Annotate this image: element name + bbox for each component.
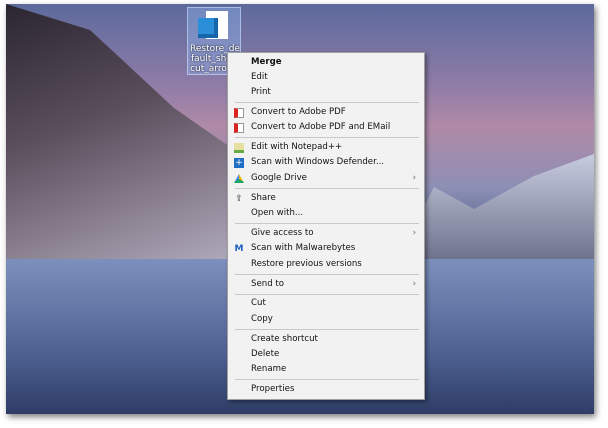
menu-item-label: Edit with Notepad++: [251, 142, 343, 152]
menu-item-label: Give access to: [251, 228, 314, 238]
menu-item-label: Convert to Adobe PDF: [251, 107, 346, 117]
chevron-right-icon: ›: [412, 279, 416, 289]
adobe-pdf-email-icon: [234, 123, 244, 133]
separator: [235, 329, 419, 330]
menu-item-label: Send to: [251, 279, 285, 289]
menu-item-create-shortcut[interactable]: Create shortcut: [228, 332, 424, 347]
malwarebytes-icon: M: [234, 244, 244, 254]
menu-item-edit[interactable]: Edit: [228, 70, 424, 85]
separator: [235, 223, 419, 224]
menu-item-windows-defender[interactable]: + Scan with Windows Defender...: [228, 155, 424, 170]
menu-item-malwarebytes[interactable]: M Scan with Malwarebytes: [228, 241, 424, 256]
menu-item-label: Edit: [251, 72, 268, 82]
menu-item-merge[interactable]: Merge: [228, 55, 424, 70]
separator: [235, 379, 419, 380]
menu-item-convert-pdf-email[interactable]: Convert to Adobe PDF and EMail: [228, 120, 424, 135]
menu-item-label: Convert to Adobe PDF and EMail: [251, 122, 391, 132]
menu-item-properties[interactable]: Properties: [228, 382, 424, 397]
separator: [235, 188, 419, 189]
menu-item-google-drive[interactable]: Google Drive ›: [228, 171, 424, 186]
windows-defender-icon: +: [234, 158, 244, 168]
menu-item-label: Copy: [251, 314, 273, 324]
separator: [235, 274, 419, 275]
menu-item-label: Delete: [251, 349, 280, 359]
adobe-pdf-icon: [234, 108, 244, 118]
separator: [235, 137, 419, 138]
chevron-right-icon: ›: [412, 173, 416, 183]
menu-item-restore-previous-versions[interactable]: Restore previous versions: [228, 257, 424, 272]
google-drive-icon: [234, 174, 244, 183]
menu-item-label: Properties: [251, 384, 295, 394]
registry-icon: [198, 18, 218, 38]
menu-item-label: Cut: [251, 298, 266, 308]
menu-item-open-with[interactable]: Open with...: [228, 206, 424, 221]
menu-item-print[interactable]: Print: [228, 85, 424, 100]
menu-item-label: Open with...: [251, 208, 304, 218]
menu-item-convert-pdf[interactable]: Convert to Adobe PDF: [228, 105, 424, 120]
menu-item-label: Share: [251, 193, 276, 203]
menu-item-label: Rename: [251, 364, 287, 374]
separator: [235, 102, 419, 103]
menu-item-label: Restore previous versions: [251, 259, 362, 269]
menu-item-label: Merge: [251, 57, 282, 67]
menu-item-notepad-plus-plus[interactable]: Edit with Notepad++: [228, 140, 424, 155]
menu-item-give-access[interactable]: Give access to ›: [228, 226, 424, 241]
chevron-right-icon: ›: [412, 228, 416, 238]
menu-item-label: Print: [251, 87, 271, 97]
separator: [235, 294, 419, 295]
notepad-plus-plus-icon: [234, 143, 244, 153]
menu-item-label: Create shortcut: [251, 334, 318, 344]
menu-item-share[interactable]: ⇪ Share: [228, 191, 424, 206]
menu-item-label: Scan with Windows Defender...: [251, 157, 385, 167]
share-icon: ⇪: [235, 194, 243, 204]
menu-item-label: Scan with Malwarebytes: [251, 243, 356, 253]
menu-item-rename[interactable]: Rename: [228, 362, 424, 377]
context-menu: Merge Edit Print Convert to Adobe PDF Co…: [227, 52, 425, 400]
menu-item-send-to[interactable]: Send to ›: [228, 277, 424, 292]
menu-item-label: Google Drive: [251, 173, 307, 183]
menu-item-cut[interactable]: Cut: [228, 296, 424, 311]
menu-item-delete[interactable]: Delete: [228, 347, 424, 362]
menu-item-copy[interactable]: Copy: [228, 312, 424, 327]
